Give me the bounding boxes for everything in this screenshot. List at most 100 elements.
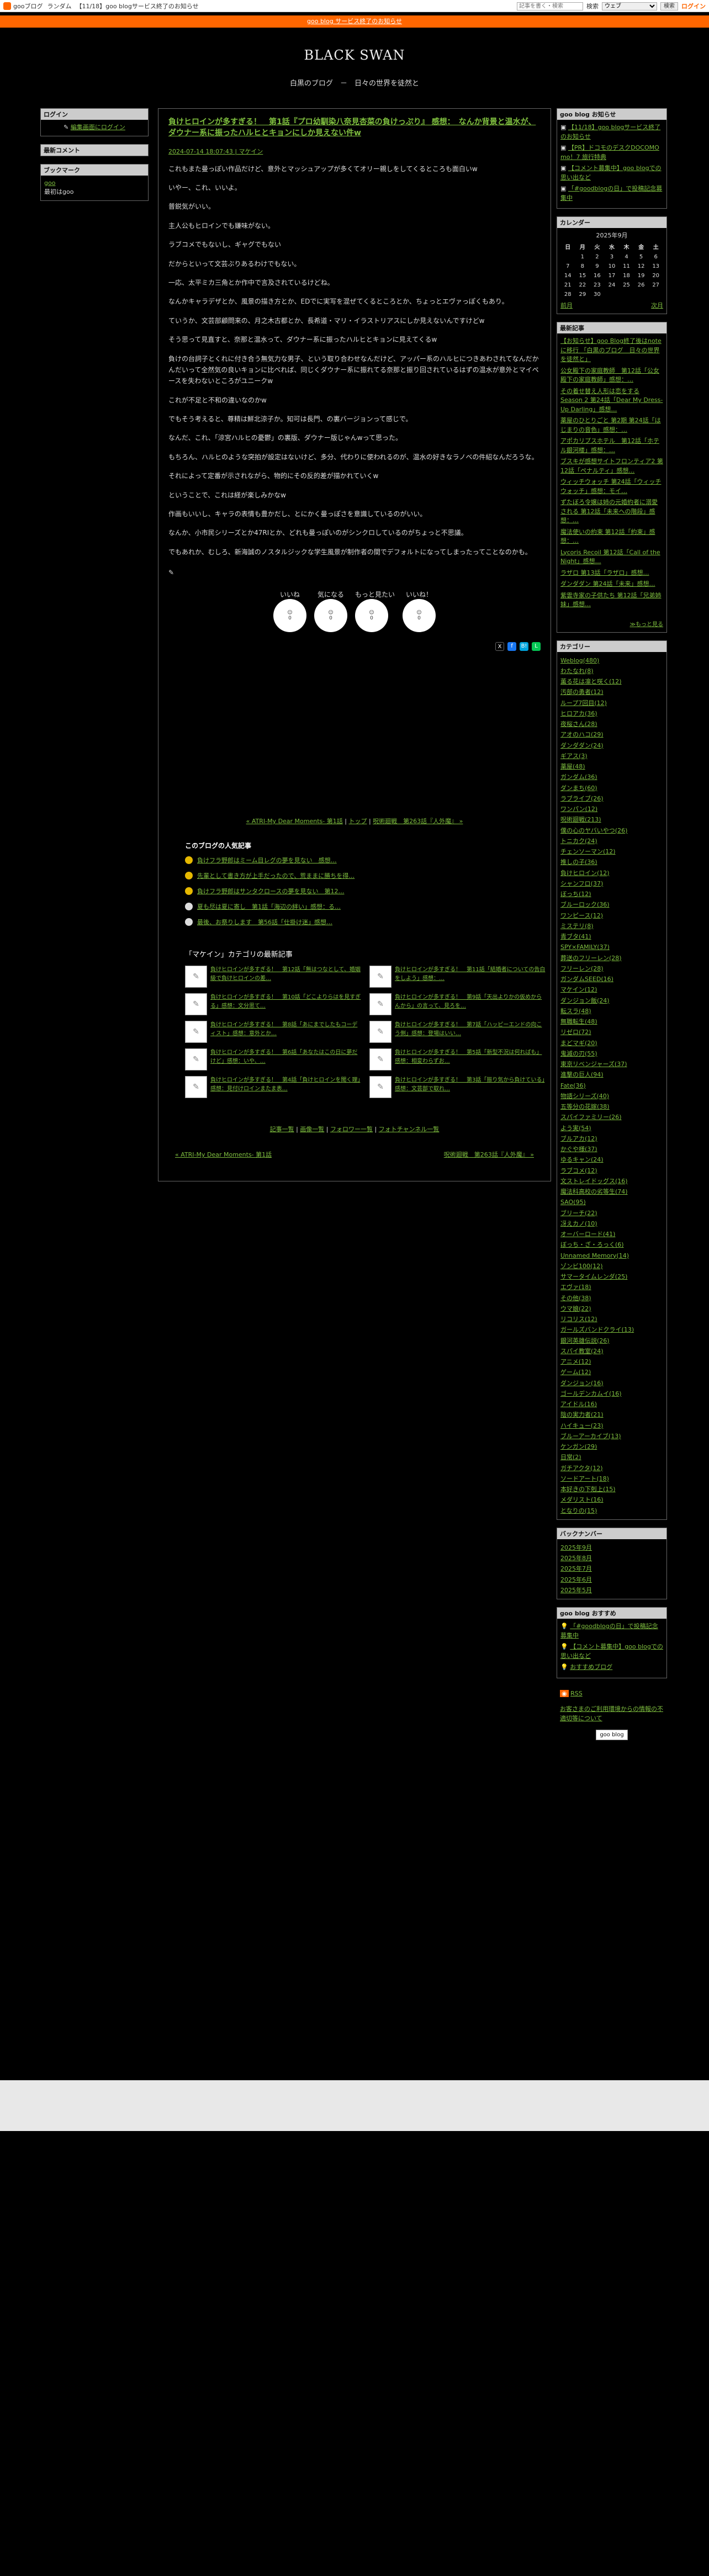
- category-link[interactable]: ラブライブ(26): [560, 795, 604, 802]
- calendar-day[interactable]: 16: [590, 271, 605, 280]
- thumbnail-image[interactable]: ✎: [185, 1021, 207, 1043]
- category-link[interactable]: ゴールデンカムイ(16): [560, 1390, 622, 1397]
- backnumber-link[interactable]: 2025年9月: [560, 1544, 592, 1551]
- category-link[interactable]: リゼロ(72): [560, 1029, 591, 1036]
- reaction-button[interactable]: ☺ 0: [314, 599, 347, 633]
- calendar-day[interactable]: 25: [619, 280, 634, 290]
- calendar-day[interactable]: [605, 290, 620, 299]
- category-link[interactable]: エヴァ(18): [560, 1284, 591, 1291]
- calendar-day[interactable]: [560, 252, 575, 262]
- list-link-1[interactable]: 画像一覧: [300, 1126, 324, 1133]
- goo-logo-icon[interactable]: [3, 2, 11, 10]
- recent-entry-link[interactable]: 紫雲寺家の子供たち 第12話「兄弟姉妹」感想…: [560, 591, 663, 609]
- calendar-day[interactable]: 7: [560, 262, 575, 271]
- category-link[interactable]: ダンまち(60): [560, 785, 597, 792]
- notice-link[interactable]: 「#goodblogの日」で投稿記念募集中: [560, 185, 662, 202]
- popular-item-link[interactable]: 負けフラ野郎はサンタクロースの夢を見ない 第12…: [197, 887, 344, 895]
- list-link-3[interactable]: フォトチャンネル一覧: [379, 1126, 440, 1133]
- popular-item-link[interactable]: 最後、お祭りします 第56話「仕掛け迷」感想…: [197, 918, 332, 926]
- category-link[interactable]: 汚部の勇者(12): [560, 688, 604, 696]
- top-link-0[interactable]: gooブログ: [13, 3, 43, 10]
- blog-title[interactable]: BLACK SWAN: [0, 47, 709, 63]
- list-link-2[interactable]: フォロワー一覧: [330, 1126, 373, 1133]
- recommend-link[interactable]: おすすめブログ: [570, 1663, 612, 1671]
- category-link[interactable]: 鬼滅の刃(55): [560, 1050, 597, 1057]
- calendar-prev-link[interactable]: 前月: [560, 301, 573, 311]
- calendar-day[interactable]: 12: [634, 262, 649, 271]
- recommend-link[interactable]: 「#goodblogの日」で投稿記念募集中: [560, 1623, 658, 1639]
- category-link[interactable]: ガールズバンドクライ(13): [560, 1326, 634, 1333]
- category-link[interactable]: 東京リベンジャーズ(37): [560, 1061, 627, 1068]
- bottom-prev-link[interactable]: « ATRI-My Dear Moments- 第1話: [175, 1150, 272, 1159]
- rss-link[interactable]: RSS: [570, 1690, 583, 1697]
- calendar-day[interactable]: 1: [575, 252, 590, 262]
- category-link[interactable]: 物語シリーズ(40): [560, 1093, 609, 1100]
- category-link[interactable]: その他(38): [560, 1295, 591, 1302]
- calendar-day[interactable]: 22: [575, 280, 590, 290]
- category-link[interactable]: ラブコメ(12): [560, 1167, 597, 1174]
- thumbnail-image[interactable]: ✎: [185, 966, 207, 988]
- entry-title[interactable]: 負けヒロインが多すぎる！ 第1話『プロ幼馴染八奈見杏菜の負けっぷり』 感想： な…: [168, 116, 541, 139]
- category-link[interactable]: ブリーチ(22): [560, 1210, 597, 1217]
- category-link[interactable]: ブルアカ(12): [560, 1135, 597, 1142]
- calendar-day[interactable]: 28: [560, 290, 575, 299]
- category-link[interactable]: ギアス(3): [560, 752, 588, 760]
- notice-link[interactable]: 【11/18】goo blogサービス終了のお知らせ: [560, 124, 660, 140]
- line-share-icon[interactable]: L: [532, 642, 541, 651]
- category-link[interactable]: 青ブタ(41): [560, 933, 591, 940]
- calendar-day[interactable]: 15: [575, 271, 590, 280]
- calendar-day[interactable]: 6: [648, 252, 663, 262]
- category-link[interactable]: Unnamed Memory(14): [560, 1252, 629, 1259]
- category-link[interactable]: アニメ(12): [560, 1358, 591, 1365]
- category-link[interactable]: 日常(2): [560, 1454, 581, 1461]
- login-link[interactable]: ログイン: [681, 2, 706, 10]
- latest-item-link[interactable]: 負けヒロインが多すぎる！ 第9話「天出よりかの仮めからんから」の言って、見ろを…: [395, 993, 546, 1011]
- category-link[interactable]: フリーレン(28): [560, 965, 604, 972]
- recent-entry-link[interactable]: Lycoris Recoil 第12話「Call of the Night」感想…: [560, 548, 663, 566]
- recent-more-link[interactable]: ≫もっと見る: [630, 622, 663, 628]
- category-link[interactable]: アイドル(16): [560, 1401, 597, 1408]
- category-link[interactable]: かぐや様(37): [560, 1146, 597, 1153]
- category-link[interactable]: アオのハコ(29): [560, 731, 604, 738]
- category-link[interactable]: ループ7回目(12): [560, 699, 607, 707]
- backnumber-link[interactable]: 2025年5月: [560, 1587, 592, 1594]
- top-link-1[interactable]: ランダム: [47, 3, 71, 10]
- category-link[interactable]: 進撃の巨人(94): [560, 1071, 604, 1078]
- calendar-day[interactable]: 10: [605, 262, 620, 271]
- reaction-button[interactable]: ☺ 0: [403, 599, 436, 633]
- category-link[interactable]: ダンジョン(16): [560, 1380, 604, 1387]
- popular-item-link[interactable]: 負けフラ野郎はミーム目レグの夢を見ない 感想…: [197, 856, 337, 865]
- thumbnail-image[interactable]: ✎: [369, 1048, 391, 1071]
- category-link[interactable]: 無職転生(48): [560, 1018, 597, 1025]
- entry-category[interactable]: マケイン: [239, 148, 263, 155]
- search-button[interactable]: 検索: [660, 2, 678, 10]
- list-link-0[interactable]: 記事一覧: [270, 1126, 294, 1133]
- category-link[interactable]: Weblog(480): [560, 657, 599, 664]
- report-link[interactable]: お客さまのご利用環境からの情報の不適切等について: [560, 1705, 663, 1722]
- category-link[interactable]: ウマ娘(22): [560, 1305, 591, 1312]
- category-link[interactable]: シャンフロ(37): [560, 880, 603, 887]
- recent-entry-link[interactable]: ブスキが感想サイトフロンティア2 第12話「ペナルティ」感想…: [560, 457, 663, 475]
- calendar-day[interactable]: 3: [605, 252, 620, 262]
- category-link[interactable]: 五等分の花嫁(38): [560, 1103, 610, 1110]
- category-link[interactable]: ワンピース(12): [560, 912, 603, 919]
- category-link[interactable]: サマータイムレンダ(25): [560, 1273, 627, 1280]
- backnumber-link[interactable]: 2025年7月: [560, 1565, 592, 1572]
- calendar-day[interactable]: 14: [560, 271, 575, 280]
- editor-login-link[interactable]: 編集画面にログイン: [71, 124, 125, 131]
- latest-item-link[interactable]: 負けヒロインが多すぎる！ 第5話「新型不況は何ればも」感想：相変わらずお…: [395, 1048, 546, 1066]
- category-link[interactable]: SPY×FAMILY(37): [560, 944, 610, 951]
- thumbnail-image[interactable]: ✎: [369, 966, 391, 988]
- category-link[interactable]: 薫る花は凛と咲く(12): [560, 678, 622, 685]
- category-link[interactable]: 冴えカノ(10): [560, 1220, 597, 1227]
- category-link[interactable]: 呪術廻戦(213): [560, 816, 601, 823]
- category-link[interactable]: 僕の心のヤバいやつ(26): [560, 827, 627, 834]
- notice-link[interactable]: 【コメント募集中】goo blogでの思い出など: [560, 165, 662, 181]
- latest-item-link[interactable]: 負けヒロインが多すぎる！ 第4話「負けヒロインを聞く理」感想：見付けロインまたま…: [210, 1076, 362, 1094]
- category-link[interactable]: ゆるキャン(24): [560, 1156, 604, 1163]
- category-link[interactable]: チェンソーマン(12): [560, 848, 616, 855]
- category-link[interactable]: マケイン(12): [560, 986, 597, 993]
- recent-entry-link[interactable]: 【お知らせ】goo Blog終了後はnoteに移行 「白黒のブログ 日々の世界を…: [560, 337, 663, 364]
- recent-entry-link[interactable]: ずたぼろ令嬢は姉の元婚約者に溺愛される 第12話「未来への階段」感想：…: [560, 498, 663, 526]
- latest-item-link[interactable]: 負けヒロインが多すぎる！ 第11話「結婚者についての告白をしよう」感想：…: [395, 966, 546, 983]
